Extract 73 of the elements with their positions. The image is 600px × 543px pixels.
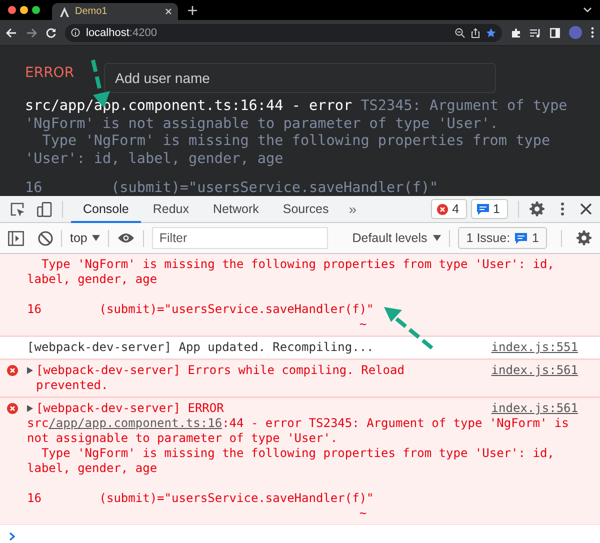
code-snippet: 16 (submit)="usersService.saveHandler(f)" ~ — [27, 491, 374, 521]
more-options-icon[interactable] — [561, 202, 564, 216]
error-heading: ERROR — [25, 64, 74, 82]
expand-triangle-icon[interactable] — [27, 405, 33, 412]
log-levels-label: Default levels — [352, 231, 428, 245]
clear-console-icon[interactable] — [38, 230, 53, 246]
devtools-tab[interactable]: Network — [201, 196, 271, 222]
error-count: 4 — [452, 202, 460, 216]
caret-icon — [92, 235, 100, 241]
settings-icon[interactable] — [529, 201, 545, 217]
info-icon — [71, 28, 80, 37]
close-window-button[interactable] — [8, 6, 16, 14]
error-count-badge[interactable]: 4 — [431, 199, 468, 219]
console-message-text: src/app/app.component.ts:16:44 - error TS2345: Argument of type 'NgForm' is not assignable to parameter of type 'User'. Type 'NgForm' is missing the following properties from type 'User': id, label, gender, age — [27, 416, 570, 476]
prompt-chevron-icon[interactable] — [9, 532, 15, 541]
share-icon[interactable] — [471, 28, 480, 38]
log-levels-dropdown[interactable]: Default levels — [352, 231, 442, 245]
issues-count: 1 — [532, 231, 539, 245]
device-toolbar-icon[interactable] — [37, 202, 52, 216]
message-icon — [477, 204, 490, 214]
context-dropdown[interactable]: top — [70, 231, 100, 245]
settings-icon[interactable] — [576, 230, 592, 246]
tab-title: Demo1 — [75, 6, 108, 17]
star-icon[interactable] — [486, 28, 496, 38]
issues-label: 1 Issue: — [466, 231, 510, 245]
minimize-window-button[interactable] — [20, 6, 28, 14]
sidebar-icon[interactable] — [550, 28, 560, 38]
caret-icon — [433, 235, 442, 241]
console-message-text: [webpack-dev-server] ERROR — [36, 401, 224, 416]
devtools-tab[interactable]: Sources — [270, 196, 341, 222]
close-icon[interactable] — [580, 203, 592, 215]
error-icon — [7, 365, 18, 376]
more-tabs-button[interactable]: » — [340, 201, 365, 217]
media-list-icon[interactable] — [530, 28, 541, 38]
console-message-text: Type 'NgForm' is missing the following properties from type 'User': id, label, gender, age — [27, 257, 556, 287]
code-line: 16 (submit)="usersService.saveHandler(f)" — [25, 180, 440, 196]
maximize-window-button[interactable] — [32, 6, 40, 14]
console-message-text: [webpack-dev-server] App updated. Recompiling... — [27, 340, 374, 355]
error-icon — [437, 204, 448, 214]
inspect-element-icon[interactable] — [10, 202, 25, 216]
browser-tab[interactable]: Demo1 — [52, 3, 178, 20]
source-link[interactable]: index.js:561 — [491, 363, 578, 378]
forward-arrow-icon[interactable] — [26, 28, 37, 38]
issues-button[interactable]: 1 Issue: 1 — [458, 227, 547, 249]
code-snippet: 16 (submit)="usersService.saveHandler(f)" ~ — [27, 302, 374, 332]
source-link[interactable]: index.js:561 — [491, 401, 578, 416]
message-count: 1 — [493, 202, 500, 216]
more-menu-icon[interactable] — [591, 27, 594, 38]
file-link[interactable]: /app/app.component.ts:16 — [48, 416, 222, 430]
eye-icon[interactable] — [117, 232, 136, 244]
annotation-arrow — [384, 307, 434, 350]
name-input-field[interactable]: Add user name — [104, 63, 496, 93]
filter-input-field[interactable]: Filter — [152, 227, 328, 249]
sidebar-toggle-icon[interactable] — [8, 230, 24, 246]
source-link[interactable]: index.js:551 — [491, 340, 578, 355]
back-arrow-icon[interactable] — [6, 28, 17, 38]
message-icon — [515, 232, 528, 244]
address-bar[interactable]: localhost:4200 — [65, 24, 502, 42]
context-label: top — [70, 231, 88, 245]
devtools-tab[interactable]: Redux — [140, 196, 202, 222]
error-icon — [7, 403, 18, 414]
puzzle-icon[interactable] — [511, 28, 521, 38]
chevron-down-icon[interactable] — [583, 7, 592, 13]
plus-icon[interactable] — [188, 6, 197, 14]
app-logo-icon — [60, 6, 69, 16]
error-message: src/app/app.component.ts:16:44 - error TS2345: Argument of type 'NgForm' is not assignable to parameter of type 'User'. Type 'NgForm' is missing the following properties from type 'User': id, label, gender, age — [25, 98, 568, 168]
url-host: localhost — [86, 26, 130, 38]
reload-icon[interactable] — [46, 28, 56, 38]
expand-triangle-icon[interactable] — [27, 367, 33, 374]
zoom-icon[interactable] — [455, 28, 465, 38]
message-count-badge[interactable]: 1 — [471, 199, 508, 219]
console-message-text: [webpack-dev-server] Errors while compiling. Reload prevented. — [36, 363, 406, 393]
url-port: :4200 — [129, 26, 157, 38]
